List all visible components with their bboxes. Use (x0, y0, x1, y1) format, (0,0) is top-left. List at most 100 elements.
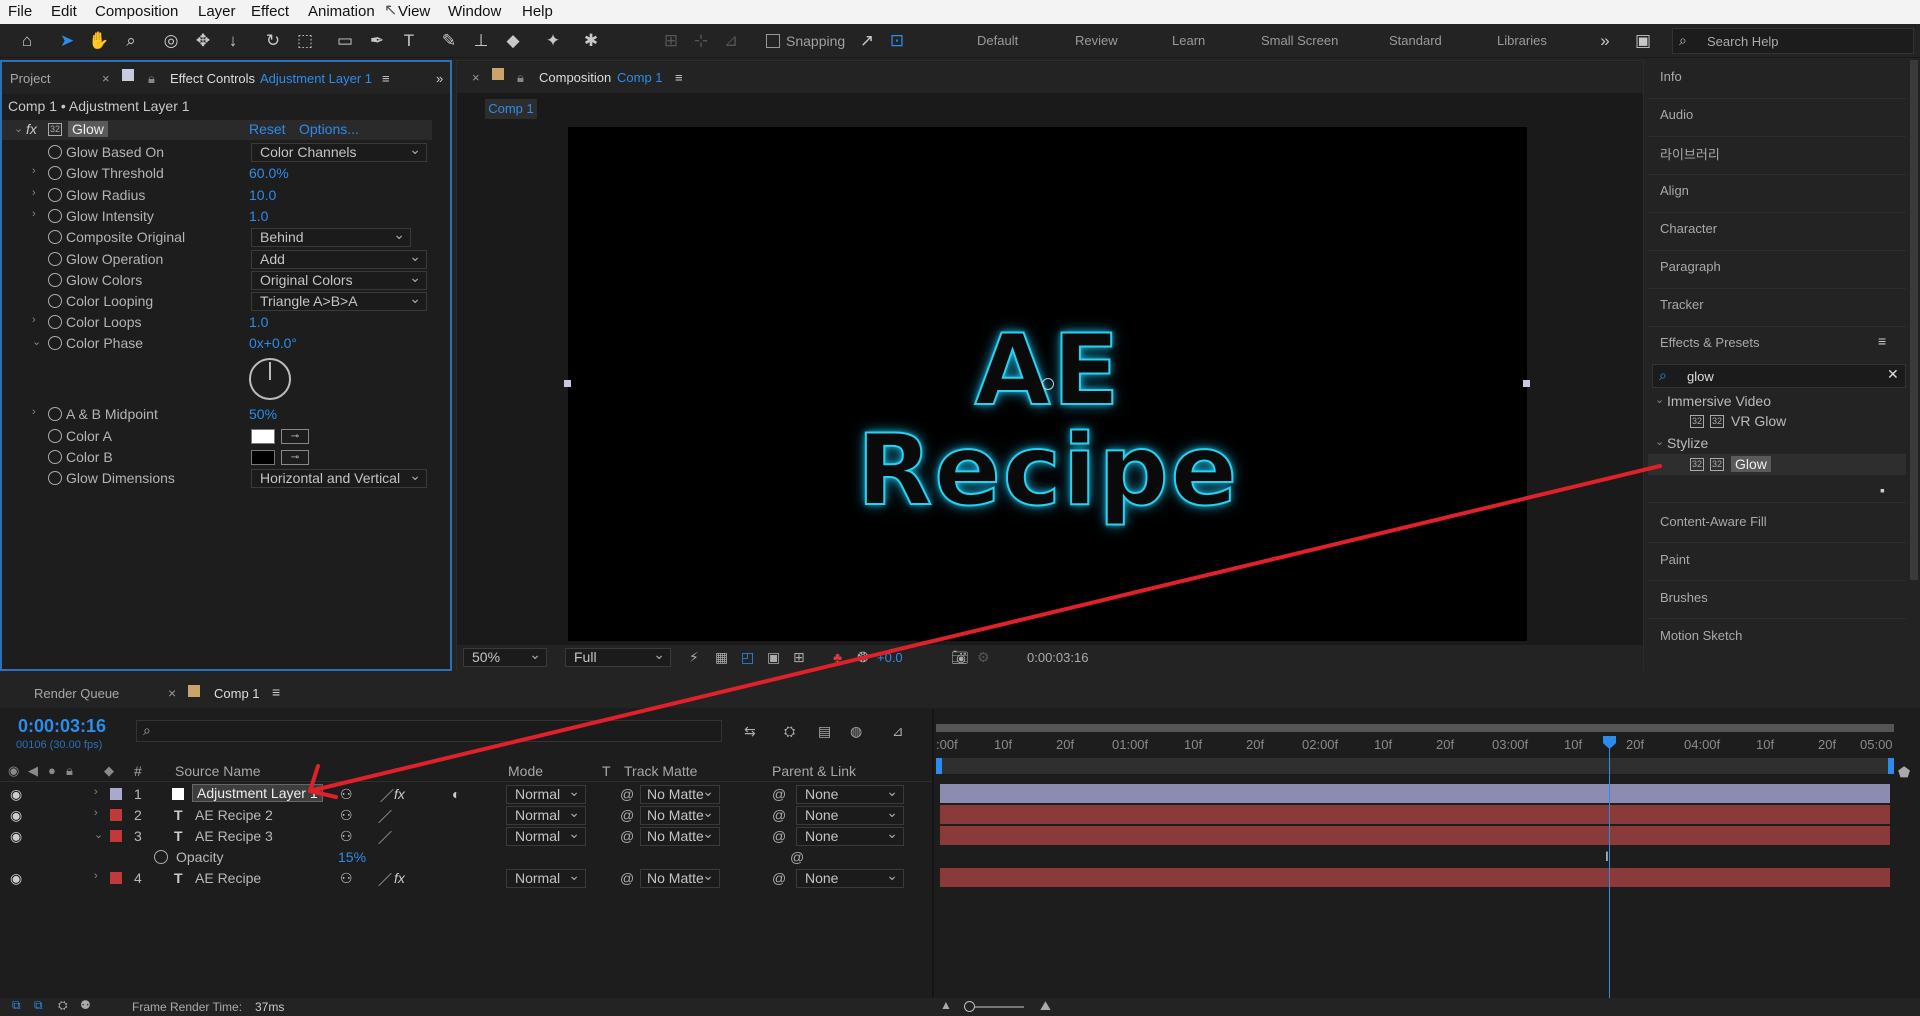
glow-radius-value[interactable]: 10.0 (249, 187, 276, 203)
stopwatch-icon[interactable] (48, 471, 62, 485)
composite-original-dropdown[interactable]: Behind (251, 226, 411, 247)
glow-dimensions-dropdown[interactable]: Horizontal and Vertical (251, 467, 427, 488)
view-axis-icon[interactable]: ⊿ (720, 30, 742, 52)
twirl-icon[interactable]: › (94, 807, 98, 819)
label-color[interactable] (110, 809, 122, 821)
pick-whip-icon[interactable]: @ (772, 870, 786, 886)
color-looping-dropdown[interactable]: Triangle A>B>A (251, 290, 427, 311)
pick-whip-icon[interactable]: @ (790, 849, 804, 865)
eye-icon[interactable]: ◉ (10, 807, 22, 824)
spiral-icon[interactable]: @ (620, 786, 634, 802)
eyedropper-icon[interactable]: ⊸ (281, 429, 309, 444)
pick-whip-icon[interactable]: @ (772, 828, 786, 844)
comp-viewer[interactable]: AE Recipe (564, 127, 1530, 641)
zoom-slider[interactable] (964, 1001, 1024, 1012)
glow-threshold-value[interactable]: 60.0% (249, 165, 289, 181)
menu-view[interactable]: View (398, 3, 430, 20)
timeline-search-input[interactable]: ⌕ (136, 720, 722, 742)
color-channel-icon[interactable]: ♣ (833, 649, 842, 665)
zoom-dropdown[interactable]: 50% (463, 646, 547, 667)
layer-row-4[interactable]: ◉ › 4 T AE Recipe ⚇ ／ fx Normal @ No Mat… (0, 867, 930, 890)
stopwatch-icon[interactable] (48, 273, 62, 287)
quality-icon[interactable]: ／ (378, 870, 392, 890)
layer-row-2[interactable]: ◉ › 2 T AE Recipe 2 ⚇ ／ Normal @ No Matt… (0, 804, 930, 827)
menu-effect[interactable]: Effect (251, 3, 289, 20)
search-help-input[interactable]: ⌕ Search Help (1672, 28, 1914, 54)
layer-name[interactable]: Adjustment Layer 1 (192, 784, 323, 802)
spiral-icon[interactable]: @ (620, 828, 634, 844)
comp-mini-flowchart-icon[interactable]: ⧉ (12, 998, 21, 1013)
twirl-open-icon[interactable]: ⌄ (1655, 393, 1664, 406)
stopwatch-icon[interactable] (48, 188, 62, 202)
work-area-bar[interactable] (936, 724, 1894, 732)
twirl-open-icon[interactable]: ⌄ (32, 335, 41, 348)
spiral-icon[interactable]: @ (620, 870, 634, 886)
in-out-icon[interactable]: ⚉ (80, 998, 91, 1012)
fast-preview-icon[interactable]: ⚡ (689, 649, 699, 666)
fx-icon[interactable]: fx (394, 870, 405, 886)
menu-animation[interactable]: Animation (308, 3, 375, 20)
quality-icon[interactable]: ／ (380, 786, 394, 806)
rectangle-tool-icon[interactable]: ▭ (334, 30, 356, 52)
shy-icon[interactable]: ⚇ (340, 828, 353, 845)
twirl-icon[interactable]: › (32, 314, 36, 326)
blend-mode-dropdown[interactable]: Normal (506, 867, 586, 888)
layer-name[interactable]: AE Recipe (195, 870, 261, 886)
exposure-value[interactable]: +0.0 (877, 650, 903, 665)
roto-brush-tool-icon[interactable]: ✦ (542, 30, 564, 52)
zoom-slider-thumb[interactable] (964, 1001, 975, 1012)
menu-edit[interactable]: Edit (51, 3, 77, 20)
comp-subtab[interactable]: Comp 1 (485, 99, 537, 119)
twirl-icon[interactable]: › (32, 208, 36, 220)
eyedropper-icon[interactable]: ⊸ (281, 450, 309, 465)
tab-render-queue[interactable]: Render Queue (34, 686, 119, 701)
grid-guides-icon[interactable]: ⊞ (793, 649, 805, 666)
pick-whip-icon[interactable]: @ (772, 786, 786, 802)
tree-item-vr-glow[interactable]: VR Glow (1731, 413, 1786, 429)
anchor-point-icon[interactable] (1042, 378, 1054, 390)
timeline-timecode[interactable]: 0:00:03:16 (18, 716, 106, 737)
show-snapshot-icon[interactable]: ⚙ (977, 649, 990, 666)
stopwatch-icon[interactable] (48, 336, 62, 350)
eye-icon[interactable]: ◉ (10, 786, 22, 803)
tab-composition[interactable]: Composition (539, 70, 611, 85)
twirl-icon[interactable]: › (32, 406, 36, 418)
layer-name[interactable]: AE Recipe 2 (195, 807, 273, 823)
stopwatch-icon[interactable] (48, 315, 62, 329)
glow-intensity-value[interactable]: 1.0 (249, 208, 268, 224)
layer-row-1[interactable]: ◉ › 1 Adjustment Layer 1 ⚇ ／ fx ◐ Normal… (0, 783, 930, 806)
mask-visibility-icon[interactable]: ◰ (741, 649, 754, 666)
color-loops-value[interactable]: 1.0 (249, 314, 268, 330)
stopwatch-icon[interactable] (48, 252, 62, 266)
opacity-value[interactable]: 15% (338, 849, 366, 865)
zoom-in-icon[interactable]: ⛰ (1040, 998, 1051, 1014)
tab-effect-controls[interactable]: Effect Controls (170, 71, 255, 86)
workspace-review[interactable]: Review (1075, 33, 1118, 48)
twirl-icon[interactable]: ⌄ (14, 122, 23, 135)
tab-project[interactable]: Project (10, 71, 50, 86)
parent-dropdown[interactable]: None (796, 783, 904, 804)
expand-panels-icon[interactable]: » (436, 71, 443, 86)
panel-menu-icon[interactable]: ≡ (1878, 333, 1886, 349)
layer-bar-3[interactable] (940, 826, 1890, 845)
panel-menu-icon[interactable]: ≡ (382, 71, 390, 86)
pan-tool-icon[interactable]: ✥ (192, 30, 214, 52)
camera-tool-icon[interactable]: ◎ (160, 30, 182, 52)
twirl-icon[interactable]: › (94, 870, 98, 882)
fx-icon[interactable]: fx (394, 786, 405, 802)
shy-icon[interactable]: ⚇ (340, 807, 353, 824)
stopwatch-icon[interactable] (48, 209, 62, 223)
selection-tool-icon[interactable]: ➤ (56, 30, 78, 52)
comp-text-layer[interactable]: AE Recipe (808, 320, 1288, 522)
quality-icon[interactable]: ／ (378, 807, 392, 827)
right-panel-scrollbar[interactable] (1910, 60, 1918, 580)
tree-group-stylize[interactable]: Stylize (1667, 435, 1708, 451)
menu-file[interactable]: File (8, 3, 32, 20)
time-ruler[interactable]: :00f 10f 20f 01:00f 10f 20f 02:00f 10f 2… (936, 736, 1894, 756)
tab-comp-name[interactable]: Comp 1 (617, 70, 663, 85)
twirl-icon[interactable]: › (32, 187, 36, 199)
track-matte-dropdown[interactable]: No Matte (640, 867, 720, 888)
stopwatch-icon[interactable] (48, 166, 62, 180)
axis-mode-icon[interactable]: ⊞ (660, 30, 682, 52)
glow-based-on-dropdown[interactable]: Color Channels (251, 141, 427, 162)
